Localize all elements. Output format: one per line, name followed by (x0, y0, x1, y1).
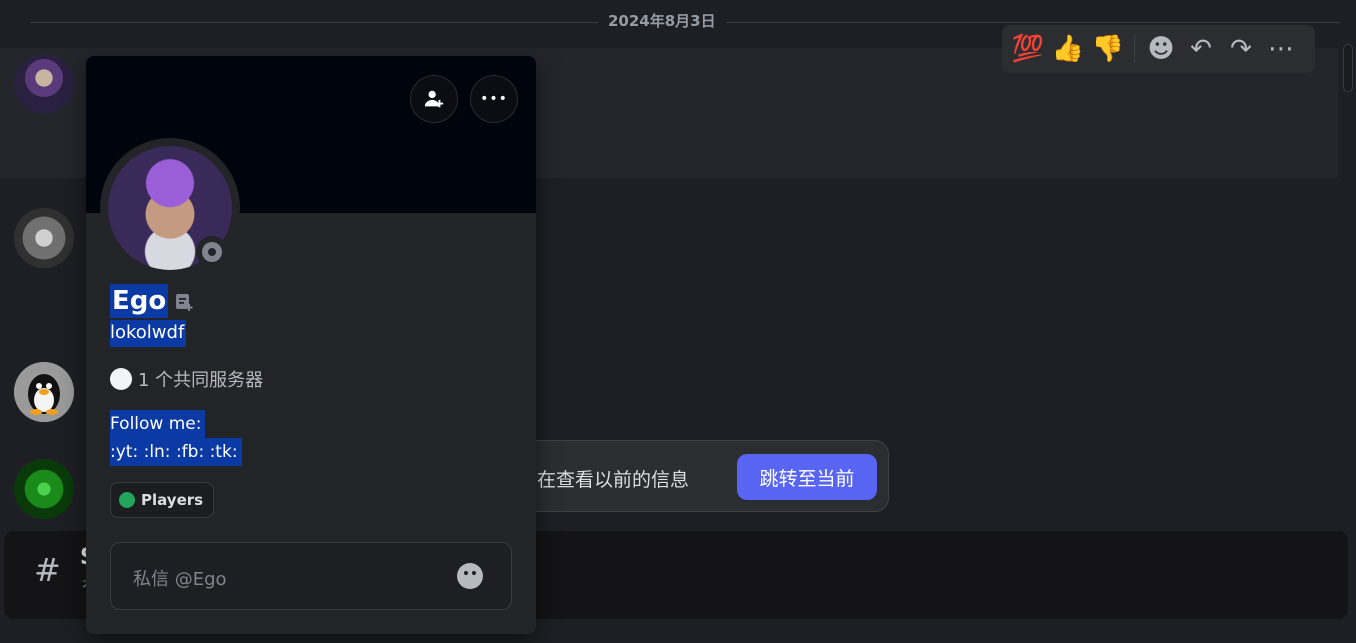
server-icon (110, 368, 132, 390)
avatar[interactable] (14, 208, 74, 268)
forward-icon[interactable]: ↷ (1221, 29, 1261, 69)
more-icon[interactable]: ⋯ (1261, 29, 1301, 69)
user-profile-popout: ••• Ego lokolwdf 1 个共同服务器 Follow me: :yt… (86, 56, 536, 634)
penguin-icon (14, 362, 74, 422)
toolbar-separator (1134, 35, 1135, 63)
more-options-button[interactable]: ••• (470, 75, 518, 123)
reply-icon[interactable]: ↶ (1181, 29, 1221, 69)
hundred-points-reaction[interactable]: 💯 (1008, 29, 1048, 69)
emoji-icon[interactable] (457, 563, 483, 589)
date-label: 2024年8月3日 (598, 10, 726, 31)
display-name: Ego (110, 284, 169, 318)
role-color-dot (119, 492, 135, 508)
viewing-older-messages-text: 在查看以前的信息 (537, 469, 690, 491)
bio-line: :yt: :ln: :fb: :tk: (110, 438, 242, 466)
avatar[interactable] (14, 54, 74, 114)
scrollbar[interactable] (1342, 40, 1354, 560)
direct-message-input[interactable]: 私信 @Ego (110, 542, 512, 610)
role-label: Players (141, 491, 204, 509)
jump-to-present-button[interactable]: 跳转至当前 (737, 454, 877, 500)
thumbs-down-reaction[interactable]: 👎 (1088, 29, 1128, 69)
mutual-servers-label: 1 个共同服务器 (138, 370, 264, 391)
dm-placeholder: 私信 @Ego (133, 569, 227, 590)
avatar[interactable] (14, 459, 74, 519)
add-friend-icon (424, 90, 444, 108)
role-chip[interactable]: Players (110, 482, 215, 518)
add-reaction-icon[interactable]: ☻ (1141, 29, 1181, 69)
avatar[interactable] (14, 362, 74, 422)
hashtag-icon: # (34, 551, 61, 589)
username: lokolwdf (110, 320, 187, 347)
bio-line: Follow me: (110, 410, 206, 438)
scrollbar-thumb[interactable] (1343, 44, 1353, 92)
add-note-icon[interactable] (174, 292, 194, 312)
thumbs-up-reaction[interactable]: 👍 (1048, 29, 1088, 69)
mutual-servers[interactable]: 1 个共同服务器 (110, 366, 263, 392)
note-icon (176, 294, 193, 311)
profile-bio: Follow me: :yt: :ln: :fb: :tk: (110, 410, 242, 466)
message-hover-toolbar: 💯 👍 👎 ☻ ↶ ↷ ⋯ (1002, 25, 1315, 73)
offline-status-icon (196, 236, 228, 268)
add-friend-button[interactable] (410, 75, 458, 123)
more-icon: ••• (480, 91, 508, 107)
